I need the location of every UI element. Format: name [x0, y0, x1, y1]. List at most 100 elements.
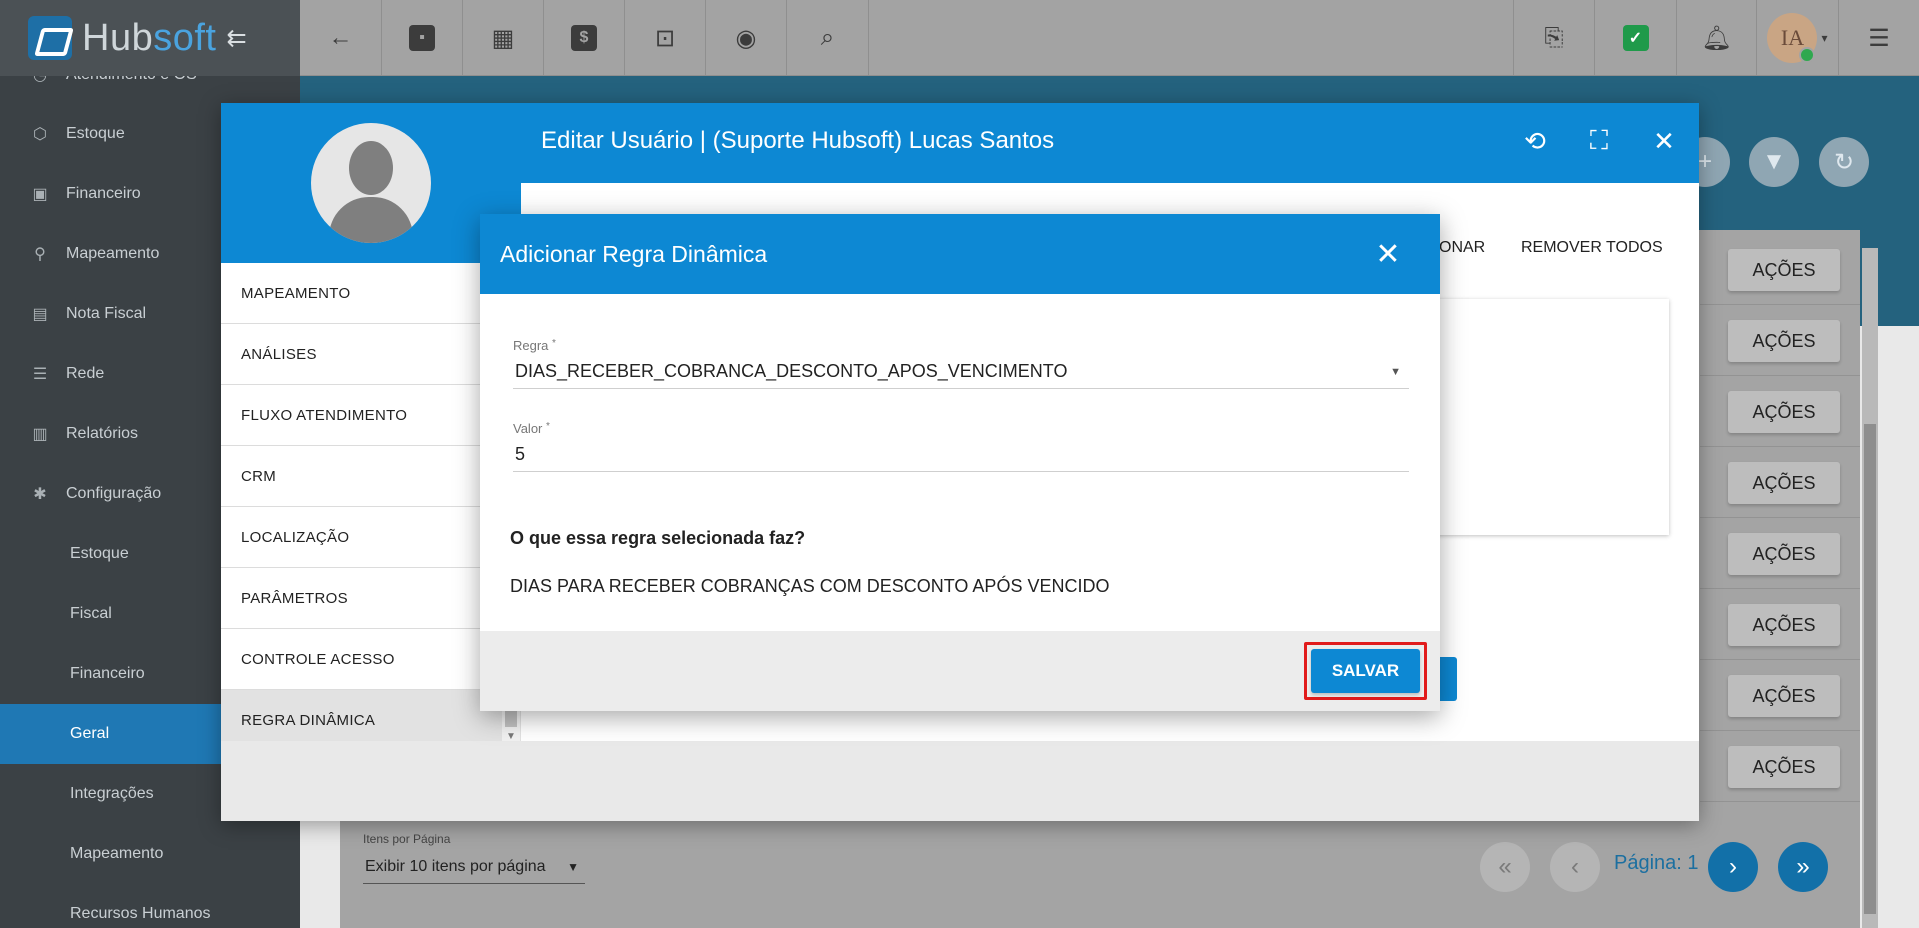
chevron-down-icon: ▾ [1821, 31, 1828, 45]
nav-item-crm[interactable]: CRM [221, 446, 521, 507]
table-scroll-thumb[interactable] [1864, 424, 1876, 914]
items-per-page-select[interactable]: Exibir 10 itens por página ▼ [363, 850, 585, 884]
collapse-menu-icon[interactable]: ⇇ [226, 24, 246, 53]
sidebar-item-label: Estoque [66, 125, 125, 142]
regra-select[interactable]: DIAS_RECEBER_COBRANCA_DESCONTO_APOS_VENC… [513, 355, 1409, 389]
last-page-button[interactable]: » [1778, 842, 1828, 892]
actions-button[interactable]: AÇÕES [1728, 462, 1840, 504]
row-divider [1700, 375, 1860, 376]
row-divider [1700, 730, 1860, 731]
row-divider [1700, 588, 1860, 589]
location-icon: ⚲ [34, 246, 46, 263]
calendar-button[interactable]: ▦ [463, 0, 544, 76]
sidebar-subitem-label: Financeiro [70, 665, 145, 682]
nav-scroll-thumb[interactable] [505, 709, 517, 727]
rule-save-button[interactable]: SALVAR [1311, 649, 1420, 693]
nav-item-mapeamento[interactable]: MAPEAMENTO [221, 263, 521, 324]
close-icon: ✕ [1375, 237, 1401, 271]
sidebar-subitem-label: Mapeamento [70, 845, 164, 862]
nav-item-localizacao[interactable]: LOCALIZAÇÃO [221, 507, 521, 568]
fullscreen-icon: ⛶ [1589, 125, 1609, 155]
required-mark: * [546, 421, 550, 432]
refresh-icon: ↻ [1833, 148, 1855, 176]
remove-all-tab[interactable]: REMOVER TODOS [1521, 239, 1663, 257]
row-divider [1700, 446, 1860, 447]
items-per-page-label: Itens por Página [363, 832, 451, 846]
document-icon: ▤ [32, 306, 48, 323]
fullscreen-button[interactable]: ⛶ [1583, 125, 1615, 157]
main-menu-button[interactable]: ☰ [1839, 0, 1919, 76]
sidebar-subitem-label: Integrações [70, 785, 154, 802]
pdf-button[interactable]: ⎘ [1513, 0, 1595, 76]
nav-item-analises[interactable]: ANÁLISES [221, 324, 521, 385]
sidebar-item-label: Relatórios [66, 425, 139, 442]
actions-label: AÇÕES [1752, 685, 1816, 706]
actions-button[interactable]: AÇÕES [1728, 746, 1840, 788]
nav-item-fluxo-atendimento[interactable]: FLUXO ATENDIMENTO [221, 385, 521, 446]
topbar: ← ▪ ▦ $ ⊡ ◉ ⌕ ⎘ ✓ 🔔︎ IA ▾ ☰ [300, 0, 1919, 76]
add-tab[interactable]: ONAR [1439, 239, 1485, 257]
dollar-icon: $ [571, 25, 597, 51]
double-chevron-right-icon: » [1796, 853, 1810, 880]
actions-button[interactable]: AÇÕES [1728, 533, 1840, 575]
terminal-icon: ⊡ [654, 24, 676, 52]
dropdown-arrow-icon: ▼ [1390, 365, 1401, 378]
pdf-icon: ⎘ [1544, 24, 1564, 51]
actions-label: AÇÕES [1752, 330, 1816, 351]
check-chat-icon: ✓ [1622, 25, 1649, 51]
avatar-initials: IA [1780, 25, 1805, 50]
sidebar-subitem-label: Geral [70, 725, 110, 742]
prev-page-button[interactable]: ‹ [1550, 842, 1600, 892]
search-button[interactable]: ⌕ [787, 0, 869, 76]
box-icon: ⬡ [33, 126, 47, 143]
close-rule-modal-button[interactable]: ✕ [1370, 236, 1406, 272]
avatar-placeholder-body [329, 197, 413, 243]
sidebar-subitem-recursos-humanos[interactable]: Recursos Humanos [0, 884, 300, 928]
report-icon: ▥ [32, 426, 48, 443]
avatar-placeholder-icon [349, 141, 393, 195]
refresh-button[interactable]: ↻ [1819, 137, 1869, 187]
actions-button[interactable]: AÇÕES [1728, 604, 1840, 646]
rule-modal-footer [480, 631, 1440, 711]
actions-button[interactable]: AÇÕES [1728, 249, 1840, 291]
filter-button[interactable]: ▼ [1749, 137, 1799, 187]
actions-button[interactable]: AÇÕES [1728, 320, 1840, 362]
close-edit-modal-button[interactable]: ✕ [1648, 125, 1680, 157]
back-button[interactable]: ← [300, 0, 382, 76]
money-icon: ▣ [32, 186, 48, 203]
history-button[interactable]: ⟲ [1519, 125, 1551, 157]
valor-label: Valor * [513, 421, 550, 436]
user-menu-button[interactable]: IA ▾ [1757, 0, 1839, 76]
logo-text-soft: soft [153, 16, 217, 59]
regra-value: DIAS_RECEBER_COBRANCA_DESCONTO_APOS_VENC… [515, 361, 1068, 381]
actions-label: AÇÕES [1752, 614, 1816, 635]
nav-item-controle-acesso[interactable]: CONTROLE ACESSO [221, 629, 521, 690]
rule-question: O que essa regra selecionada faz? [510, 528, 806, 548]
rule-description: DIAS PARA RECEBER COBRANÇAS COM DESCONTO… [510, 576, 1110, 596]
tasks-button[interactable]: ✓ [1595, 0, 1677, 76]
actions-button[interactable]: AÇÕES [1728, 675, 1840, 717]
actions-button[interactable]: AÇÕES [1728, 391, 1840, 433]
regra-label-text: Regra [513, 338, 549, 353]
server-icon: ☰ [32, 366, 48, 383]
finance-button[interactable]: $ [544, 0, 625, 76]
filter-icon: ▼ [1762, 148, 1786, 175]
edit-nav: MAPEAMENTO ANÁLISES FLUXO ATENDIMENTO CR… [221, 263, 521, 751]
nav-item-parametros[interactable]: PARÂMETROS [221, 568, 521, 629]
sidebar-item-label: Mapeamento [66, 245, 160, 262]
notifications-button[interactable]: 🔔︎ [1677, 0, 1757, 76]
contact-card-icon: ▪ [409, 25, 435, 51]
bell-icon: 🔔︎ [1701, 24, 1732, 52]
sidebar-item-label: Nota Fiscal [66, 305, 147, 322]
valor-input[interactable]: 5 [513, 438, 1409, 472]
first-page-button[interactable]: « [1480, 842, 1530, 892]
next-page-button[interactable]: › [1708, 842, 1758, 892]
terminal-button[interactable]: ⊡ [625, 0, 706, 76]
dropdown-arrow-icon: ▼ [567, 859, 579, 874]
eye-icon: ◉ [735, 24, 757, 52]
row-divider [1700, 304, 1860, 305]
view-button[interactable]: ◉ [706, 0, 787, 76]
contacts-button[interactable]: ▪ [382, 0, 463, 76]
user-avatar [311, 123, 431, 243]
sidebar-subitem-mapeamento[interactable]: Mapeamento [0, 824, 300, 884]
